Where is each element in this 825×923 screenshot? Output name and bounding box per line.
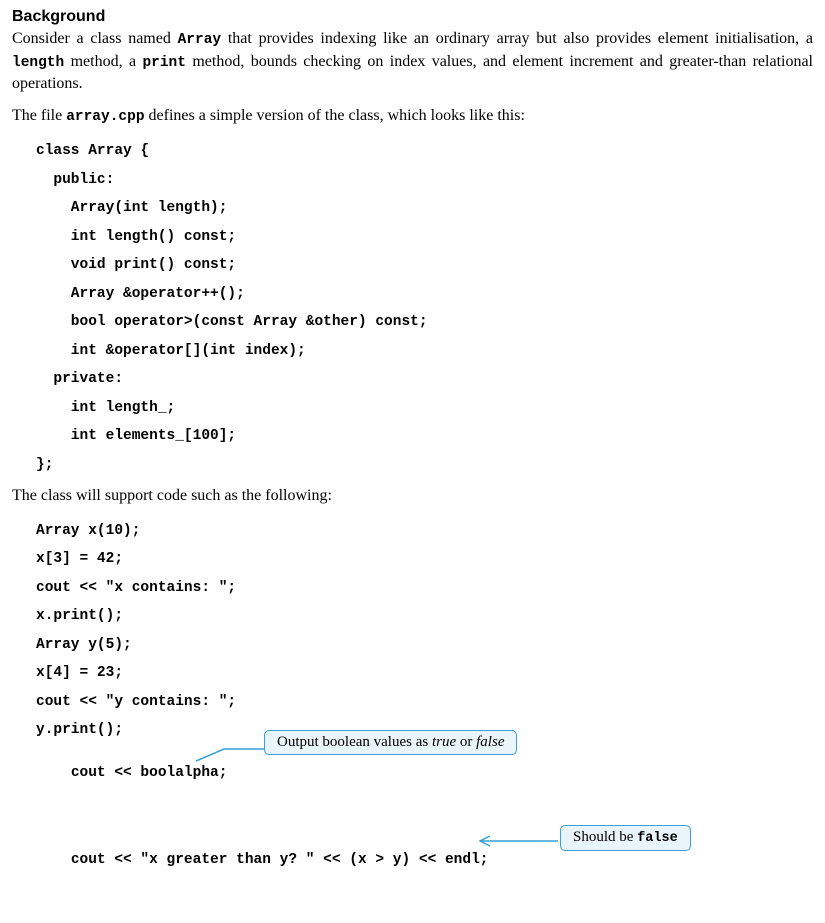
code-inline-array: Array <box>178 32 222 48</box>
code-line: bool operator>(const Array &other) const… <box>36 308 813 337</box>
text: that provides indexing like an ordinary … <box>221 30 813 47</box>
code-line: int &operator[](int index); <box>36 337 813 366</box>
callout-connector <box>480 834 566 848</box>
code-line: Array &operator++(); <box>36 280 813 309</box>
code-inline-print: print <box>142 55 186 71</box>
code-line: Array y(5); <box>36 631 813 660</box>
callout-should-be-false: Should be false <box>560 825 691 851</box>
callout-text: Output boolean values as <box>277 734 432 750</box>
code-text: cout << boolalpha; <box>71 765 228 781</box>
code-line: int length() const; <box>36 223 813 252</box>
code-line: cout << "y contains: "; <box>36 688 813 717</box>
code-line: class Array { <box>36 137 813 166</box>
code-line: x[3] = 42; <box>36 545 813 574</box>
code-line: cout << "x contains: "; <box>36 574 813 603</box>
example-code-block: Array x(10); x[3] = 42; cout << "x conta… <box>36 517 813 918</box>
code-text: cout << "x greater than y? " << (x > y) … <box>71 852 489 868</box>
code-line-greater: cout << "x greater than y? " << (x > y) … <box>36 831 813 918</box>
section-heading: Background <box>12 8 813 26</box>
callout-text: or <box>456 734 476 750</box>
code-line-boolalpha: cout << boolalpha; Output boolean values… <box>36 745 813 832</box>
paragraph-1: Consider a class named Array that provid… <box>12 28 813 95</box>
code-inline-length: length <box>12 55 64 71</box>
code-line: int length_; <box>36 394 813 423</box>
callout-text: Should be <box>573 829 637 845</box>
callout-true: true <box>432 734 456 750</box>
callout-false-value: false <box>637 831 678 846</box>
paragraph-3: The class will support code such as the … <box>12 485 813 507</box>
paragraph-2: The file array.cpp defines a simple vers… <box>12 105 813 128</box>
callout-false: false <box>476 734 504 750</box>
text: method, a <box>64 53 142 70</box>
text: The file <box>12 107 66 124</box>
class-definition-block: class Array { public: Array(int length);… <box>36 137 813 479</box>
code-line: void print() const; <box>36 251 813 280</box>
text: Consider a class named <box>12 30 178 47</box>
code-line: }; <box>36 451 813 480</box>
code-line: int elements_[100]; <box>36 422 813 451</box>
code-line: x[4] = 23; <box>36 659 813 688</box>
callout-boolalpha: Output boolean values as true or false <box>264 730 517 755</box>
code-line: private: <box>36 365 813 394</box>
code-line: x.print(); <box>36 602 813 631</box>
code-inline-filename: array.cpp <box>66 109 144 125</box>
code-line: Array(int length); <box>36 194 813 223</box>
text: defines a simple version of the class, w… <box>145 107 525 124</box>
code-line: public: <box>36 166 813 195</box>
code-line: Array x(10); <box>36 517 813 546</box>
